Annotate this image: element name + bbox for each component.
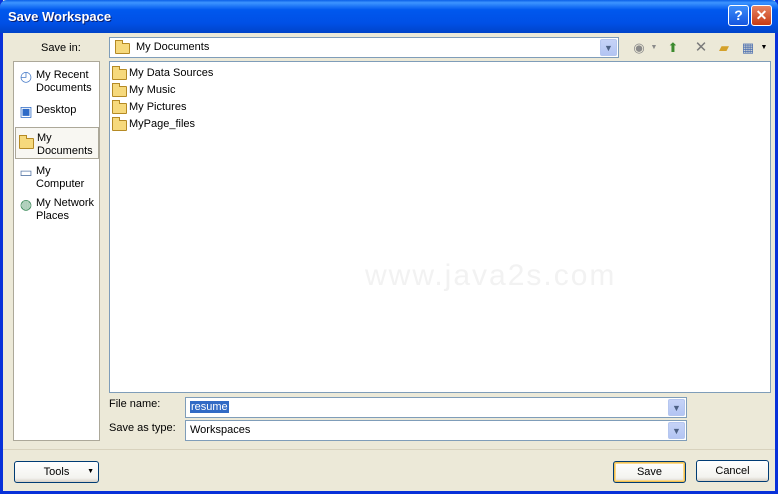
delete-icon[interactable]: ✕ <box>692 40 710 56</box>
help-button[interactable]: ? <box>728 5 749 26</box>
pictures-folder-icon <box>112 100 127 114</box>
views-menu-icon[interactable]: ▦ <box>739 40 757 56</box>
list-item[interactable]: My Pictures <box>112 99 192 115</box>
place-label: My Recent Documents <box>36 69 92 94</box>
save-as-type-value: Workspaces <box>190 424 251 436</box>
file-list[interactable]: www.java2s.com My Data Sources My Music … <box>109 61 771 393</box>
save-as-type-dropdown[interactable]: Workspaces ▼ <box>185 420 687 441</box>
up-folder-icon[interactable]: ⬆ <box>664 40 682 56</box>
place-label: My Documents <box>37 132 93 157</box>
place-label: My Network Places <box>36 197 95 222</box>
list-item[interactable]: My Data Sources <box>112 65 222 81</box>
file-name: My Data Sources <box>129 67 214 79</box>
window-title: Save Workspace <box>8 9 112 24</box>
place-my-network-places[interactable]: ◍ My Network Places <box>15 193 99 225</box>
data-sources-folder-icon <box>112 66 127 80</box>
title-bar[interactable]: Save Workspace ? ✕ <box>0 0 778 33</box>
network-places-icon: ◍ <box>19 196 33 212</box>
list-item[interactable]: MyPage_files <box>112 116 202 132</box>
list-item[interactable]: My Music <box>112 82 182 98</box>
save-button[interactable]: Save <box>613 461 686 483</box>
file-name: My Music <box>129 84 176 96</box>
recent-documents-icon: ◴ <box>19 68 33 84</box>
chevron-down-icon[interactable]: ▼ <box>600 39 617 56</box>
tools-button[interactable]: Tools ▼ <box>14 461 99 483</box>
watermark: www.java2s.com <box>365 259 617 292</box>
place-my-recent-documents[interactable]: ◴ My Recent Documents <box>15 65 99 97</box>
my-documents-icon <box>19 135 34 149</box>
divider <box>3 449 775 450</box>
chevron-down-icon[interactable]: ▼ <box>668 399 685 416</box>
place-my-computer[interactable]: ▭ My Computer <box>15 161 99 193</box>
my-documents-icon <box>115 40 130 54</box>
folder-icon <box>112 117 127 131</box>
file-name-label: File name: <box>109 398 161 410</box>
file-name: MyPage_files <box>129 118 196 130</box>
save-in-dropdown[interactable]: My Documents ▼ <box>109 37 619 58</box>
views-dropdown-icon[interactable]: ▼ <box>759 40 769 56</box>
file-name-value[interactable]: resume <box>190 401 229 413</box>
chevron-down-icon[interactable]: ▼ <box>668 422 685 439</box>
caret-down-icon: ▼ <box>87 468 94 475</box>
save-workspace-dialog: Save Workspace ? ✕ Save in: My Documents… <box>0 0 778 494</box>
place-label: My Computer <box>36 165 85 190</box>
back-icon[interactable]: ◉ <box>631 40 647 56</box>
close-button[interactable]: ✕ <box>751 5 772 26</box>
places-bar: ◴ My Recent Documents ▣ Desktop My Docum… <box>13 61 100 441</box>
place-label: Desktop <box>36 104 77 116</box>
music-folder-icon <box>112 83 127 97</box>
place-my-documents[interactable]: My Documents <box>15 127 99 159</box>
my-computer-icon: ▭ <box>19 164 33 180</box>
new-folder-icon[interactable]: ▰ <box>715 40 733 56</box>
file-name: My Pictures <box>129 101 187 113</box>
cancel-button[interactable]: Cancel <box>696 460 769 482</box>
save-in-label: Save in: <box>41 42 81 54</box>
tools-label: Tools <box>43 466 70 478</box>
file-name-input[interactable]: resume ▼ <box>185 397 687 418</box>
desktop-icon: ▣ <box>19 103 33 119</box>
save-in-value: My Documents <box>136 41 210 53</box>
back-dropdown-icon[interactable]: ▼ <box>649 40 659 56</box>
save-as-type-label: Save as type: <box>109 422 176 434</box>
